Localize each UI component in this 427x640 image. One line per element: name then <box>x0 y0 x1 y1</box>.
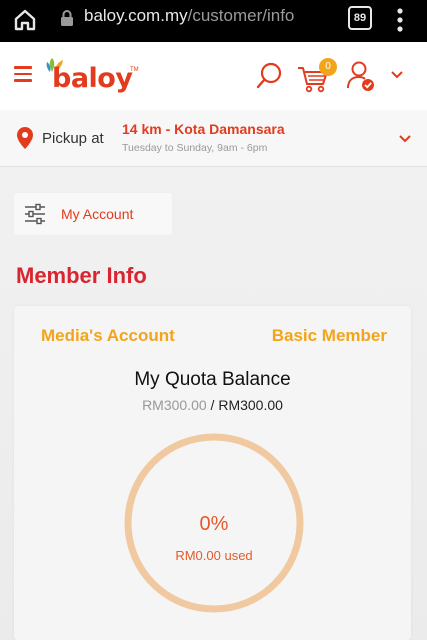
cart-count-badge: 0 <box>319 58 337 76</box>
browser-toolbar: baloy.com.my/customer/info 89 <box>0 0 427 42</box>
chevron-down-icon[interactable] <box>390 70 404 80</box>
account-name: Media's Account <box>41 326 175 345</box>
logo-trademark: TM <box>130 67 139 73</box>
quota-separator: / <box>206 397 219 413</box>
cart-button[interactable]: 0 <box>297 58 339 94</box>
location-pin-icon <box>17 127 33 149</box>
lock-icon <box>61 10 73 26</box>
pickup-label: Pickup at <box>42 130 104 147</box>
chevron-down-icon[interactable] <box>398 134 412 144</box>
baloy-logo[interactable]: baloy TM <box>44 57 139 97</box>
quota-summary: RM300.00 / RM300.00 <box>14 397 411 413</box>
quota-used-percent: 0% <box>199 513 229 535</box>
quota-title: My Quota Balance <box>134 369 291 390</box>
user-account-icon[interactable] <box>346 60 376 92</box>
url-path: /customer/info <box>187 6 295 25</box>
quota-balance: RM300.00 <box>142 397 207 413</box>
sliders-icon <box>25 203 45 225</box>
quota-total: RM300.00 <box>218 397 283 413</box>
member-info-card: Media's Account Basic Member My Quota Ba… <box>14 306 411 640</box>
tab-switcher-button[interactable]: 89 <box>348 6 372 30</box>
home-icon[interactable] <box>12 7 38 33</box>
logo-text: baloy <box>52 63 133 94</box>
hamburger-menu-button[interactable] <box>14 66 32 82</box>
quota-used-amount: RM0.00 used <box>175 548 253 563</box>
member-tier: Basic Member <box>271 326 387 345</box>
pickup-location: 14 km - Kota Damansara <box>122 121 285 137</box>
my-account-label: My Account <box>61 206 134 222</box>
url-host: baloy.com.my <box>84 6 188 25</box>
pickup-location-selector[interactable]: Pickup at 14 km - Kota Damansara Tuesday… <box>0 110 427 167</box>
page-title: Member Info <box>16 263 147 288</box>
my-account-button[interactable]: My Account <box>14 193 172 235</box>
search-icon[interactable] <box>256 62 284 90</box>
quota-usage-ring: 0% RM0.00 used <box>122 431 306 615</box>
site-header: baloy TM 0 <box>0 42 427 110</box>
address-bar[interactable]: baloy.com.my/customer/info <box>84 6 294 26</box>
more-menu-icon[interactable] <box>396 7 404 33</box>
pickup-hours: Tuesday to Sunday, 9am - 6pm <box>122 142 268 154</box>
